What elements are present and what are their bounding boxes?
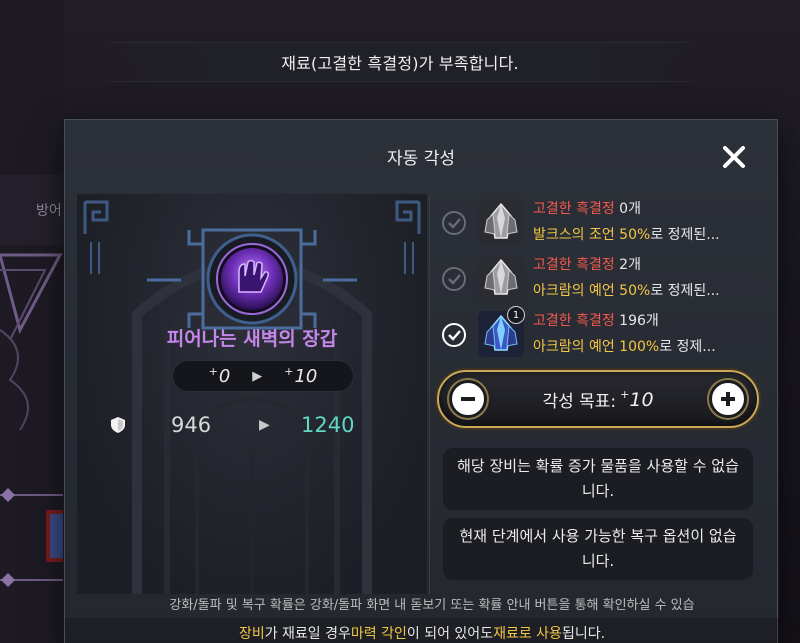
material-item[interactable]: 고결한 흑결정 2개 아크람의 예언 50%로 정제된... xyxy=(433,252,767,308)
stat-to: 1240 xyxy=(301,413,355,437)
target-level: +10 xyxy=(620,387,654,411)
stat-arrow-icon: ▶ xyxy=(259,417,270,433)
close-icon xyxy=(723,146,745,168)
plus-icon xyxy=(721,392,735,406)
level-arrow-icon: ▶ xyxy=(252,368,263,384)
material-name-line: 고결한 흑결정 196개 xyxy=(533,313,659,329)
material-item[interactable]: 고결한 흑결정 0개 발크스의 조언 50%로 정제된... xyxy=(433,196,767,252)
info-no-recovery-option: 현재 단계에서 사용 가능한 복구 옵션이 없습니다. xyxy=(443,518,753,580)
material-source-line: 발크스의 조언 50%로 정제된... xyxy=(533,227,720,243)
close-button[interactable] xyxy=(719,142,749,172)
item-name: 피어나는 새벽의 장갑 xyxy=(166,328,338,350)
shield-icon xyxy=(111,417,125,433)
increase-target-button[interactable] xyxy=(709,380,747,418)
item-showcase: 피어나는 새벽의 장갑 +0 ▶ +10 946 ▶ 1240 xyxy=(77,194,427,594)
decrease-target-button[interactable] xyxy=(449,380,487,418)
toast-message: 재료(고결한 흑결정)가 부족합니다. xyxy=(110,42,690,82)
material-count-badge: 1 xyxy=(507,306,525,324)
check-circle-icon[interactable] xyxy=(441,210,467,236)
material-list[interactable]: 고결한 흑결정 0개 발크스의 조언 50%로 정제된... 고결한 흑결정 2… xyxy=(433,194,767,364)
stat-from: 946 xyxy=(171,413,212,437)
auto-awakening-dialog: 자동 각성 피어나는 새벽의 장갑 +0 ▶ +10 946 ▶ 1240 고결… xyxy=(64,119,779,643)
level-from: +0 xyxy=(208,365,231,387)
material-name-line: 고결한 흑결정 0개 xyxy=(533,201,641,217)
minus-icon xyxy=(461,397,475,401)
black-crystal-icon xyxy=(478,255,524,301)
material-name-line: 고결한 흑결정 2개 xyxy=(533,257,641,273)
level-to: +10 xyxy=(284,365,318,387)
check-circle-icon[interactable] xyxy=(441,266,467,292)
dialog-title: 자동 각성 xyxy=(387,148,455,169)
background-side-label: 방어 xyxy=(36,203,62,219)
probability-notice: 강화/돌파 및 복구 확률은 강화/돌파 화면 내 돋보기 또는 확률 안내 버… xyxy=(169,598,695,613)
level-change-pill: +0 ▶ +10 xyxy=(172,360,354,392)
info-no-probability-boost: 해당 장비는 확률 증가 물품을 사용할 수 없습니다. xyxy=(443,448,753,510)
material-notice-bar: 장비 가 재료일 경우 마력 각인 이 되어 있어도 재료로 사용 됩니다. xyxy=(65,618,779,643)
panel-divider xyxy=(429,194,430,594)
material-source-line: 아크람의 예언 100%로 정제... xyxy=(533,339,716,355)
awakening-target-control: 각성 목표: +10 xyxy=(437,370,759,428)
check-circle-icon[interactable] xyxy=(441,322,467,348)
gauntlet-item-icon xyxy=(216,243,288,315)
defense-stat-row: 946 ▶ 1240 xyxy=(109,408,409,442)
material-source-line: 아크람의 예언 50%로 정제된... xyxy=(533,283,720,299)
material-item-selected[interactable]: 1 고결한 흑결정 196개 아크람의 예언 100%로 정제... xyxy=(433,306,767,364)
black-crystal-icon xyxy=(478,199,524,245)
